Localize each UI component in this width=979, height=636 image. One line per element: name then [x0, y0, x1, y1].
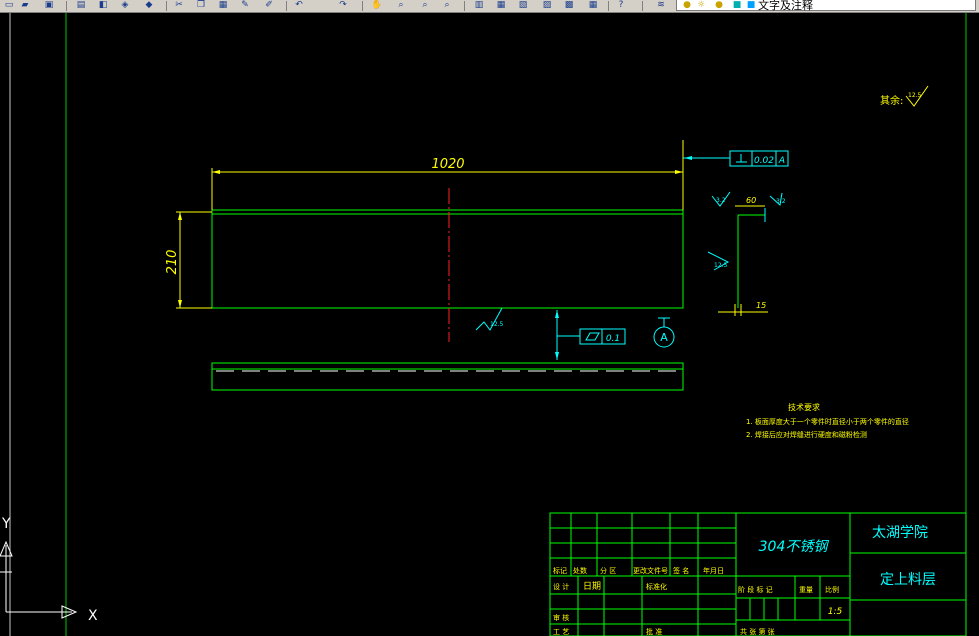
paste-icon[interactable]: ▦ [216, 0, 230, 11]
undo-icon[interactable]: ↶ [292, 0, 306, 11]
svg-text:标准化: 标准化 [646, 582, 667, 591]
flatness-symbol-icon [585, 332, 600, 341]
svg-text:批 准: 批 准 [646, 627, 662, 636]
calc-icon[interactable]: ▦ [586, 0, 600, 11]
svg-text:A: A [778, 156, 785, 166]
ucs-y-label: Y [1, 516, 11, 532]
open-icon[interactable]: ▰ [18, 0, 32, 11]
dim-height-text: 210 [165, 250, 180, 275]
layer-manager-icon[interactable]: ≋ [654, 0, 668, 11]
svg-text:日期: 日期 [583, 581, 601, 592]
help-icon[interactable]: ? [614, 0, 628, 11]
svg-text:处数: 处数 [573, 566, 587, 575]
print-icon[interactable]: ▤ [74, 0, 88, 11]
svg-text:0.02: 0.02 [754, 156, 774, 166]
material-text: 304不锈钢 [759, 539, 830, 555]
plate-top-view [211, 362, 684, 391]
zoom-window-icon[interactable]: ⌕ [418, 0, 432, 11]
svg-text:标记: 标记 [553, 566, 567, 575]
plot-icon[interactable]: ◆ [142, 0, 156, 11]
school-text: 太湖学院 [872, 525, 928, 541]
tech-req-title: 技术要求 [788, 402, 820, 412]
design-center-icon[interactable]: ▦ [494, 0, 508, 11]
svg-text:重量: 重量 [799, 586, 813, 594]
ucs-icon [0, 540, 78, 619]
svg-text:签 名: 签 名 [673, 566, 689, 575]
svg-text:60: 60 [746, 196, 756, 205]
svg-text:共 张 第 张: 共 张 第 张 [740, 627, 775, 636]
save-icon[interactable]: ▣ [42, 0, 56, 11]
brush-icon[interactable]: ✐ [262, 0, 276, 11]
layer-on-icon: ● [683, 0, 691, 10]
svg-text:3.2: 3.2 [716, 197, 726, 204]
svg-text:12.5: 12.5 [908, 92, 922, 99]
svg-text:设 计: 设 计 [553, 582, 569, 591]
svg-text:比例: 比例 [825, 585, 839, 594]
svg-text:A: A [660, 331, 668, 344]
part-name-text: 定上料层 [880, 572, 936, 588]
plate-front-view [211, 209, 684, 309]
properties-icon[interactable]: ▥ [472, 0, 486, 11]
preview-icon[interactable]: ◧ [96, 0, 110, 11]
ucs-x-label: X [88, 608, 98, 624]
svg-text:年月日: 年月日 [703, 566, 724, 575]
tech-req-item-1: 1. 板面厚度大于一个零件时直径小于两个零件的直径 [746, 417, 909, 426]
layer-name: 文字及注释 [758, 0, 813, 12]
markup-icon[interactable]: ▩ [562, 0, 576, 11]
layer-color-icon: ■ [732, 0, 742, 10]
svg-text:15: 15 [756, 301, 766, 310]
match-icon[interactable]: ✎ [238, 0, 252, 11]
layer-freeze-icon: ☼ [696, 0, 706, 10]
new-icon[interactable]: ▭ [2, 0, 16, 11]
svg-text:12.5: 12.5 [714, 262, 728, 269]
layer-plot-icon: ■ [746, 0, 756, 10]
svg-text:分 区: 分 区 [600, 566, 616, 575]
model-space-canvas[interactable]: 1020 210 0.02 A 0.1 A 12.5 60 3.2 3.2 12… [0, 13, 979, 636]
zoom-previous-icon[interactable]: ⌕ [440, 0, 454, 11]
copy-icon[interactable]: ❐ [194, 0, 208, 11]
sheet-set-icon[interactable]: ▨ [540, 0, 554, 11]
scale-value: 1:5 [828, 607, 843, 617]
svg-text:更改文件号: 更改文件号 [633, 566, 668, 575]
svg-text:工 艺: 工 艺 [553, 628, 569, 636]
standard-toolbar: ▭ ▰ ▣ ▤ ◧ ◈ ◆ ✂ ❐ ▦ ✎ ✐ ↶ ↷ ✋ ⌕ ⌕ ⌕ ▥ ▦ … [0, 0, 979, 13]
zoom-realtime-icon[interactable]: ⌕ [394, 0, 408, 11]
roughness-remainder-label: 其余: [880, 94, 903, 107]
tool-palette-icon[interactable]: ▧ [516, 0, 530, 11]
publish-icon[interactable]: ◈ [118, 0, 132, 11]
tech-req-item-2: 2. 焊接后应对焊缝进行硬度和磁粉检测 [746, 430, 867, 439]
cut-icon[interactable]: ✂ [172, 0, 186, 11]
svg-text:审 核: 审 核 [553, 613, 569, 622]
dim-length-text: 1020 [431, 157, 464, 172]
svg-text:12.5: 12.5 [490, 321, 504, 328]
redo-icon[interactable]: ↷ [336, 0, 350, 11]
layer-lock-icon: ● [715, 0, 723, 10]
svg-text:3.2: 3.2 [776, 198, 786, 205]
pan-icon[interactable]: ✋ [370, 0, 384, 11]
svg-text:0.1: 0.1 [606, 334, 620, 344]
svg-text:阶 段 标 记: 阶 段 标 记 [738, 585, 773, 594]
